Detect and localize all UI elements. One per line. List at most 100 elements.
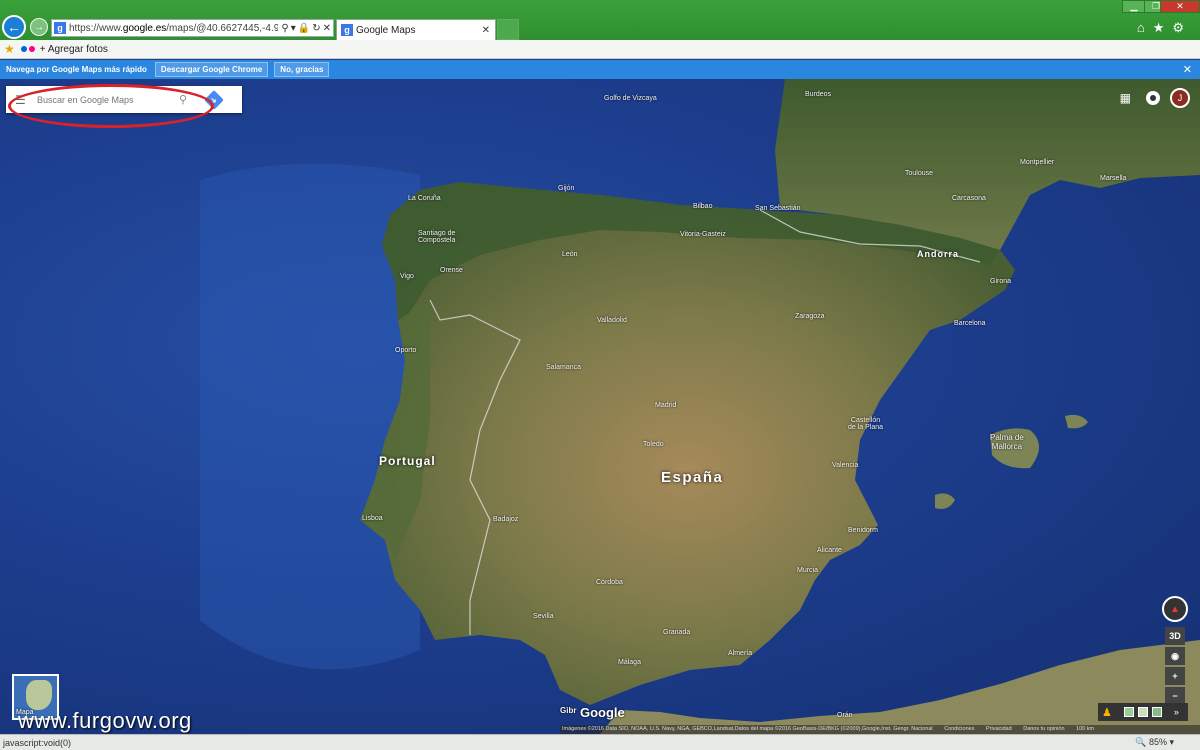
dismiss-button[interactable]: No, gracias	[274, 62, 330, 77]
watermark: www.furgovw.org	[18, 708, 192, 733]
zoom-icon: 🔍	[1135, 737, 1147, 747]
place-label[interactable]: Valencia	[832, 462, 858, 469]
place-label[interactable]: Granada	[663, 629, 690, 636]
place-label[interactable]: Gijón	[558, 185, 574, 192]
place-label[interactable]: Palma de Mallorca	[990, 433, 1024, 451]
zoom-in-button[interactable]: +	[1165, 667, 1185, 685]
place-label[interactable]: Castellón de la Plana	[848, 417, 883, 431]
place-label[interactable]: Barcelona	[954, 320, 986, 327]
feedback-link[interactable]: Danos tu opinión	[1023, 726, 1064, 732]
flickr-icon	[28, 46, 35, 52]
status-bar: javascript:void(0) 🔍 85% ▾	[0, 734, 1200, 750]
layer-thumbnail[interactable]	[1137, 707, 1148, 717]
new-tab-button[interactable]	[497, 19, 519, 40]
arrow-left-icon: ←	[7, 19, 21, 35]
privacy-link[interactable]: Privacidad	[986, 726, 1012, 732]
google-favicon-icon: g	[54, 22, 66, 34]
place-label[interactable]: San Sebastián	[755, 205, 801, 212]
place-label[interactable]: Sevilla	[533, 613, 554, 620]
tilt-3d-button[interactable]: 3D	[1165, 627, 1185, 645]
place-label[interactable]: Alicante	[817, 547, 842, 554]
home-icon[interactable]: ⌂	[1137, 20, 1153, 35]
place-label[interactable]: Lisboa	[362, 515, 383, 522]
location-target-icon: ◉	[1171, 650, 1179, 661]
place-label[interactable]: Benidorm	[848, 527, 878, 534]
place-label[interactable]: Madrid	[655, 402, 676, 409]
google-logo: Google	[580, 705, 625, 720]
place-label[interactable]: Santiago de Compostela	[418, 230, 455, 244]
address-bar[interactable]: g https://www.google.es/maps/@40.6627445…	[51, 19, 334, 37]
place-label[interactable]: Orán	[837, 712, 853, 719]
place-label[interactable]: Salamanca	[546, 364, 581, 371]
place-label[interactable]: Vigo	[400, 273, 414, 280]
place-label[interactable]: Vitoria-Gasteiz	[680, 231, 726, 238]
satellite-map[interactable]: Portugal España Andorra Golfo de Vizcaya…	[0, 79, 1200, 734]
country-label-andorra[interactable]: Andorra	[917, 249, 959, 259]
place-label[interactable]: Málaga	[618, 659, 641, 666]
place-label[interactable]: Golfo de Vizcaya	[604, 95, 657, 102]
chrome-promo-bar: Navega por Google Maps más rápido Descar…	[0, 60, 1200, 79]
place-label[interactable]: La Coruña	[408, 195, 441, 202]
place-label[interactable]: Badajoz	[493, 516, 518, 523]
menorca-island	[1065, 414, 1088, 429]
place-label[interactable]: Zaragoza	[795, 313, 825, 320]
lock-icon: 🔒	[297, 22, 313, 34]
back-button[interactable]: ←	[2, 15, 26, 39]
url-text: https://www.google.es/maps/@40.6627445,-…	[69, 22, 279, 34]
forward-button[interactable]: →	[30, 18, 48, 36]
download-chrome-button[interactable]: Descargar Google Chrome	[154, 62, 269, 77]
zoom-level[interactable]: 🔍 85% ▾	[1135, 737, 1174, 748]
my-location-button[interactable]: ◉	[1165, 647, 1185, 665]
search-icon[interactable]: ⚲	[281, 23, 290, 34]
place-label[interactable]: Valladolid	[597, 317, 627, 324]
place-label[interactable]: León	[562, 251, 578, 258]
place-label[interactable]: Almería	[728, 650, 752, 657]
tab-google-maps[interactable]: g Google Maps ✕	[336, 19, 496, 40]
close-window-button[interactable]: ✕	[1160, 0, 1200, 13]
google-favicon-icon: g	[341, 24, 353, 36]
add-photos-link[interactable]: + Agregar fotos	[40, 44, 108, 55]
browser-titlebar: ▁ ❐ ✕ ← → g https://www.google.es/maps/@…	[0, 0, 1200, 40]
place-label[interactable]: Orense	[440, 267, 463, 274]
place-label[interactable]: Gibr	[560, 706, 576, 715]
gear-icon[interactable]: ⚙	[1172, 20, 1192, 35]
minimize-button[interactable]: ▁	[1122, 0, 1146, 13]
place-label[interactable]: Toledo	[643, 441, 664, 448]
address-icons[interactable]: ⚲▾🔒↻✕	[281, 23, 333, 34]
map-terrain	[200, 79, 1200, 734]
place-label[interactable]: Toulouse	[905, 170, 933, 177]
layer-thumbnail[interactable]	[1151, 707, 1162, 717]
place-label[interactable]: Montpellier	[1020, 159, 1054, 166]
arrow-right-icon: →	[34, 21, 44, 33]
highlight-ellipse	[8, 84, 214, 128]
country-label-espana[interactable]: España	[661, 469, 723, 486]
compass-icon[interactable]: ▲	[1162, 596, 1188, 622]
terms-link[interactable]: Condiciones	[944, 726, 974, 732]
layer-thumbnail[interactable]	[1123, 707, 1134, 717]
map-attribution: Imágenes ©2016 Data SIO, NOAA, U.S. Navy…	[560, 725, 1200, 734]
country-label-portugal[interactable]: Portugal	[379, 454, 436, 468]
place-label[interactable]: Burdeos	[805, 91, 831, 98]
place-label[interactable]: Bilbao	[693, 203, 712, 210]
avatar[interactable]: J	[1170, 88, 1190, 108]
street-view-widget: ♟ »	[1098, 703, 1188, 721]
map-controls: ▲ 3D ◉ + −	[1162, 596, 1188, 707]
tab-title: Google Maps	[356, 24, 416, 36]
place-label[interactable]: Carcasona	[952, 195, 986, 202]
account-controls: ▦ J	[1120, 88, 1190, 108]
place-label[interactable]: Oporto	[395, 347, 416, 354]
flickr-icon	[20, 46, 27, 52]
refresh-icon[interactable]: ↻	[312, 23, 322, 34]
apps-grid-icon[interactable]: ▦	[1120, 91, 1131, 105]
place-label[interactable]: Marsella	[1100, 175, 1126, 182]
place-label[interactable]: Córdoba	[596, 579, 623, 586]
close-tab-icon[interactable]: ✕	[482, 25, 490, 36]
expand-icon[interactable]: »	[1174, 707, 1179, 717]
notifications-icon[interactable]	[1146, 91, 1160, 105]
place-label[interactable]: Murcia	[797, 567, 818, 574]
place-label[interactable]: Girona	[990, 278, 1011, 285]
star-icon[interactable]: ★	[1153, 20, 1173, 35]
favorites-star-icon[interactable]: ★	[4, 42, 15, 56]
close-icon[interactable]: ✕	[1183, 63, 1192, 76]
pegman-icon[interactable]: ♟	[1102, 706, 1112, 719]
